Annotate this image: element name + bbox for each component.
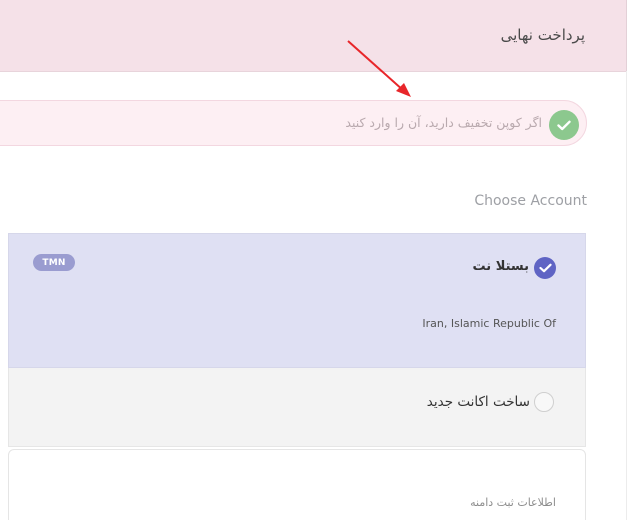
currency-badge: TMN xyxy=(33,254,75,271)
choose-account-label: Choose Account xyxy=(474,193,587,209)
domain-info-label: اطلاعات ثبت دامنه xyxy=(470,496,556,509)
checkout-header: پرداخت نهایی xyxy=(0,0,627,72)
new-account-radio[interactable] xyxy=(534,392,554,412)
coupon-prompt[interactable]: اگر کوپن تخفیف دارید، آن را وارد کنید xyxy=(345,115,542,130)
check-circle-icon[interactable] xyxy=(549,110,579,140)
account-option-selected[interactable] xyxy=(8,233,586,368)
account-name: بستلا نت xyxy=(472,259,529,274)
selected-check-icon[interactable] xyxy=(534,257,556,279)
page-title: پرداخت نهایی xyxy=(500,26,585,44)
new-account-label[interactable]: ساخت اکانت جدید xyxy=(427,394,530,410)
panel-border xyxy=(626,71,627,520)
checkout-page: پرداخت نهایی اگر کوپن تخفیف دارید، آن را… xyxy=(0,0,628,520)
account-country: Iran, Islamic Republic Of xyxy=(422,317,556,330)
domain-info-card xyxy=(8,449,586,520)
